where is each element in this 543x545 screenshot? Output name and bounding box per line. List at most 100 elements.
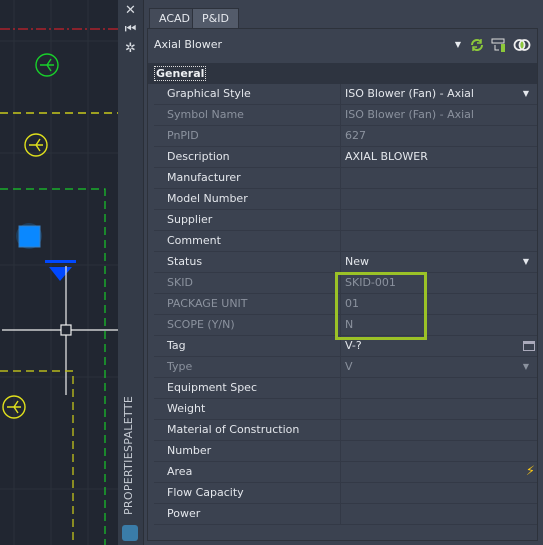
fan-symbol-green [35,53,59,77]
property-label-description: Description [154,147,341,167]
property-row[interactable]: Status New ▼ [154,252,537,273]
property-value-skid: SKID-001 [341,273,537,293]
property-value-flow-capacity[interactable] [341,483,537,503]
category-general[interactable]: General [148,63,537,84]
blue-triangle-symbol [49,267,72,281]
property-label-scope-y-n: SCOPE (Y/N) [154,315,341,335]
category-label: General [154,66,207,81]
palette-icon[interactable] [122,525,138,541]
property-value-comment[interactable] [341,231,537,251]
property-label-pnpid: PnPID [154,126,341,146]
property-label-symbol-name: Symbol Name [154,105,341,125]
property-label-graphical-style: Graphical Style [154,84,341,104]
chevron-down-icon[interactable]: ▼ [523,252,529,272]
property-label-power: Power [154,504,341,524]
property-label-comment: Comment [154,231,341,251]
property-row[interactable]: Area ⚡ [154,462,537,483]
property-value-number[interactable] [341,441,537,461]
property-value-description[interactable]: AXIAL BLOWER [341,147,537,167]
property-value-model-number[interactable] [341,189,537,209]
property-label-package-unit: PACKAGE UNIT [154,294,341,314]
property-row[interactable]: Power [154,504,537,525]
property-label-status: Status [154,252,341,272]
property-row[interactable]: Comment [154,231,537,252]
property-label-material-of-construction: Material of Construction [154,420,341,440]
property-value-area[interactable]: ⚡ [341,462,537,482]
property-row[interactable]: PACKAGE UNIT 01 [154,294,537,315]
property-rows: Graphical Style ISO Blower (Fan) - Axial ▼… [154,84,537,525]
property-row[interactable]: Weight [154,399,537,420]
property-row[interactable]: PnPID 627 [154,126,537,147]
property-row[interactable]: SKID SKID-001 [154,273,537,294]
refresh-icon[interactable] [468,36,486,54]
property-value-weight[interactable] [341,399,537,419]
property-row[interactable]: Model Number [154,189,537,210]
property-value-graphical-style[interactable]: ISO Blower (Fan) - Axial ▼ [341,84,537,104]
property-value-tag[interactable]: V-? [341,336,537,356]
close-icon[interactable]: ✕ [122,3,139,19]
property-label-number: Number [154,441,341,461]
property-label-supplier: Supplier [154,210,341,230]
property-value-package-unit: 01 [341,294,537,314]
properties-panel: ACAD P&ID Axial Blower ▼ General Graphica… [143,0,543,545]
properties-icon[interactable]: ✲ [122,41,139,57]
auto-hide-icon[interactable]: ⏮ [122,22,139,38]
property-label-skid: SKID [154,273,341,293]
property-value-text: V-? [345,339,362,352]
property-value-scope-y-n: N [341,315,537,335]
property-value-type: V ▼ [341,357,537,377]
property-row[interactable]: Description AXIAL BLOWER [154,147,537,168]
property-row[interactable]: Tag V-? [154,336,537,357]
chevron-down-icon: ▼ [454,40,461,49]
property-value-text: 627 [345,129,366,142]
palette-title: PROPERTIESPALETTE [122,395,135,515]
property-row[interactable]: Manufacturer [154,168,537,189]
property-value-text: ISO Blower (Fan) - Axial [345,108,474,121]
chevron-down-icon[interactable]: ▼ [523,84,529,104]
property-row[interactable]: Symbol Name ISO Blower (Fan) - Axial [154,105,537,126]
property-label-tag: Tag [154,336,341,356]
drawing-canvas[interactable] [0,0,118,545]
property-value-text: 01 [345,297,359,310]
property-row[interactable]: Number [154,441,537,462]
property-row[interactable]: SCOPE (Y/N) N [154,315,537,336]
green-dashed-boundary [0,188,106,545]
toggle-pickadd-icon[interactable] [513,36,531,54]
property-label-type: Type [154,357,341,377]
property-row[interactable]: Graphical Style ISO Blower (Fan) - Axial ▼ [154,84,537,105]
property-row[interactable]: Equipment Spec [154,378,537,399]
object-type-dropdown[interactable]: Axial Blower ▼ [152,35,465,55]
property-value-material-of-construction[interactable] [341,420,537,440]
property-label-manufacturer: Manufacturer [154,168,341,188]
property-value-symbol-name: ISO Blower (Fan) - Axial [341,105,537,125]
property-value-pnpid: 627 [341,126,537,146]
property-value-status[interactable]: New ▼ [341,252,537,272]
property-value-supplier[interactable] [341,210,537,230]
chevron-down-icon[interactable]: ▼ [523,357,529,377]
property-value-text: ISO Blower (Fan) - Axial [345,87,474,100]
property-label-area: Area [154,462,341,482]
property-row[interactable]: Material of Construction [154,420,537,441]
lightning-icon[interactable]: ⚡ [526,462,535,482]
property-value-power[interactable] [341,504,537,524]
property-label-weight: Weight [154,399,341,419]
object-type-value: Axial Blower [154,38,223,51]
property-value-text: SKID-001 [345,276,396,289]
property-row[interactable]: Type V ▼ [154,357,537,378]
property-label-model-number: Model Number [154,189,341,209]
dialog-button-icon[interactable] [523,341,535,351]
property-value-manufacturer[interactable] [341,168,537,188]
drawing [0,0,118,545]
property-value-text: AXIAL BLOWER [345,150,428,163]
property-row[interactable]: Supplier [154,210,537,231]
property-row[interactable]: Flow Capacity [154,483,537,504]
property-label-flow-capacity: Flow Capacity [154,483,341,503]
property-value-equipment-spec[interactable] [341,378,537,398]
property-value-text: V [345,360,353,373]
blue-square-symbol [18,225,41,248]
crosshair-cursor [2,266,118,395]
select-objects-icon[interactable] [490,36,508,54]
property-value-text: New [345,255,369,268]
property-value-text: N [345,318,354,331]
tab-pid[interactable]: P&ID [192,8,239,28]
